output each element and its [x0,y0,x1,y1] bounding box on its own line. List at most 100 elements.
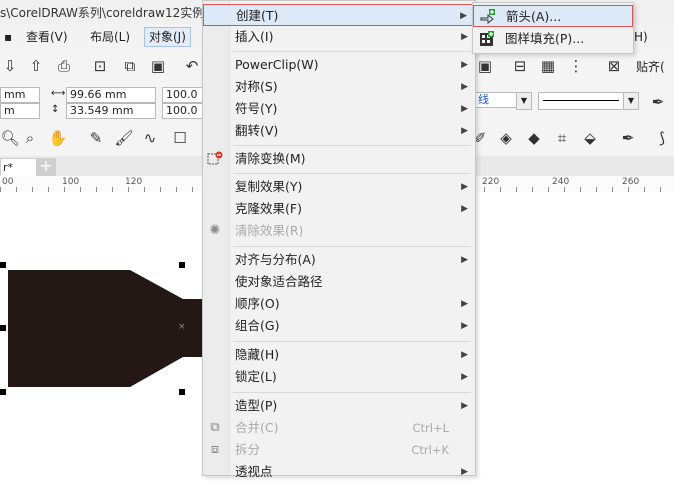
menu-item-label: 清除变换(M) [235,151,306,166]
submenu-item-arrow[interactable]: 箭头(A)... [473,5,633,27]
undo-icon[interactable]: ↶ [182,56,202,76]
submenu-arrow-icon: ▶ [461,299,468,309]
mesh-icon[interactable]: ⌗ [552,128,572,148]
menu-partial-left[interactable]: ▪ [0,28,16,46]
object-menu: 创建(T) ▶ 插入(I) ▶ PowerClip(W) ▶ 对称(S) ▶ 符… [202,0,476,479]
menu-item-label: 透视点 [235,464,273,479]
paste-icon[interactable]: ▣ [148,56,168,76]
ruler-label: 220 [482,177,500,187]
brush-icon[interactable]: 🖌︎ [114,128,134,148]
menu-item-powerclip[interactable]: PowerClip(W) ▶ [203,54,475,76]
menu-item-clone-effect[interactable]: 克隆效果(F) ▶ [203,198,475,220]
guides-icon[interactable]: ⋮ [566,56,586,76]
pen-icon[interactable]: ✎ [86,128,106,148]
menu-item-insert[interactable]: 插入(I) ▶ [203,26,475,48]
menu-item-label: 插入(I) [235,29,274,44]
ruler-label: 120 [125,177,143,187]
copy-icon[interactable]: ⧉ [120,56,140,76]
pan-icon[interactable]: ✋ [48,128,68,148]
smart-fill-icon[interactable]: ⬙ [580,128,600,148]
snap-off-icon[interactable]: ⊠ [604,56,624,76]
outline-width-field[interactable]: 线 [474,92,520,108]
outline-width-dropdown[interactable]: ▼ [516,92,532,110]
clear-effect-icon: ✺ [209,223,221,238]
submenu-arrow-icon: ▶ [461,401,468,411]
selected-arrow-shape[interactable] [8,270,205,387]
menu-view[interactable]: 查看(V) [22,28,72,46]
selection-handle[interactable] [0,325,6,331]
break-apart-icon: ⧈ [210,442,220,457]
curve-icon[interactable]: ∿ [140,128,160,148]
convert-curve-icon[interactable]: ✒ [648,92,668,112]
submenu-item-label: 图样填充(P)... [505,31,585,46]
menu-item-group[interactable]: 组合(G) ▶ [203,315,475,337]
menu-item-copy-effect[interactable]: 复制效果(Y) ▶ [203,176,475,198]
menu-item-symmetry[interactable]: 对称(S) ▶ [203,76,475,98]
new-tab-button[interactable]: + [36,158,56,176]
submenu-arrow-icon: ▶ [461,32,468,42]
zoom-partial-icon[interactable]: 🔍︎ [0,128,20,148]
grid-icon[interactable]: ▦ [538,56,558,76]
selection-handle[interactable] [179,389,185,395]
selection-handle[interactable] [0,389,6,395]
snap-to-label[interactable]: 贴齐( [636,58,665,75]
blend-icon[interactable]: ⟆ [652,128,672,148]
menu-item-label: 创建(T) [236,8,279,23]
menu-item-shaping[interactable]: 造型(P) ▶ [203,395,475,417]
pattern-fill-icon [479,31,495,47]
fill-icon[interactable]: ◈ [496,128,516,148]
submenu-arrow-icon: ▶ [461,182,468,192]
ruler-label: 100 [62,177,80,187]
menu-item-align-distribute[interactable]: 对齐与分布(A) ▶ [203,249,475,271]
scale-x-field[interactable]: 100.0 [162,87,204,103]
submenu-arrow-icon: ▶ [460,11,467,21]
scale-y-field[interactable]: 100.0 [162,103,204,119]
line-style-dropdown-arrow[interactable]: ▼ [623,92,639,110]
menu-item-order[interactable]: 顺序(O) ▶ [203,293,475,315]
menu-item-label: 对称(S) [235,79,278,94]
menu-item-clear-transform[interactable]: 清除变换(M) [203,148,475,170]
print-icon[interactable]: ⎙ [54,56,74,76]
menu-object[interactable]: 对象(J) [144,27,191,47]
menu-item-label: PowerClip(W) [235,57,319,72]
selection-handle[interactable] [0,262,6,268]
fullscreen-icon[interactable]: ▣ [475,56,495,76]
x-position-field[interactable]: mm [0,87,40,103]
zoom-icon[interactable]: ⌕ [20,128,40,148]
outline-pen-icon[interactable]: ✒ [618,128,638,148]
menu-item-flip[interactable]: 翻转(V) ▶ [203,120,475,142]
submenu-item-pattern-fill[interactable]: 图样填充(P)... [473,28,633,50]
selection-handle[interactable] [179,262,185,268]
interactive-fill-icon[interactable]: ◆ [524,128,544,148]
menu-item-label: 符号(Y) [235,101,278,116]
menu-item-clear-effect: ✺ 清除效果(R) [203,220,475,242]
rectangle-icon[interactable]: ☐ [170,128,190,148]
y-position-field[interactable]: m [0,103,40,119]
submenu-arrow-icon: ▶ [461,467,468,477]
menu-item-fit-to-path[interactable]: 使对象适合路径 [203,271,475,293]
menu-item-lock[interactable]: 锁定(L) ▶ [203,366,475,388]
document-tab[interactable]: r* [0,158,40,177]
menu-item-label: 造型(P) [235,398,278,413]
width-field[interactable]: 99.66 mm [66,87,156,103]
menu-item-symbol[interactable]: 符号(Y) ▶ [203,98,475,120]
import-icon[interactable]: ⇩ [0,56,20,76]
submenu-arrow-icon: ▶ [461,255,468,265]
export-icon[interactable]: ⇧ [26,56,46,76]
menu-item-perspective[interactable]: 透视点 ▶ [203,461,475,483]
menu-item-label: 对齐与分布(A) [235,252,316,267]
height-field[interactable]: 33.549 mm [66,103,156,119]
menu-item-label: 隐藏(H) [235,347,280,362]
menu-item-hide[interactable]: 隐藏(H) ▶ [203,344,475,366]
view-icon[interactable]: ⊟ [510,56,530,76]
align-icon[interactable]: ⊡ [90,56,110,76]
ruler-label: 00 [2,177,14,187]
submenu-arrow-icon: ▶ [461,60,468,70]
height-icon: ↕ [51,104,60,115]
ruler-label: 260 [622,177,640,187]
menu-item-create[interactable]: 创建(T) ▶ [203,4,475,26]
menu-layout[interactable]: 布局(L) [86,28,134,46]
line-style-dropdown[interactable] [538,92,624,110]
menu-item-label: 克隆效果(F) [235,201,302,216]
menu-item-break-apart: ⧈ 拆分 Ctrl+K [203,439,475,461]
